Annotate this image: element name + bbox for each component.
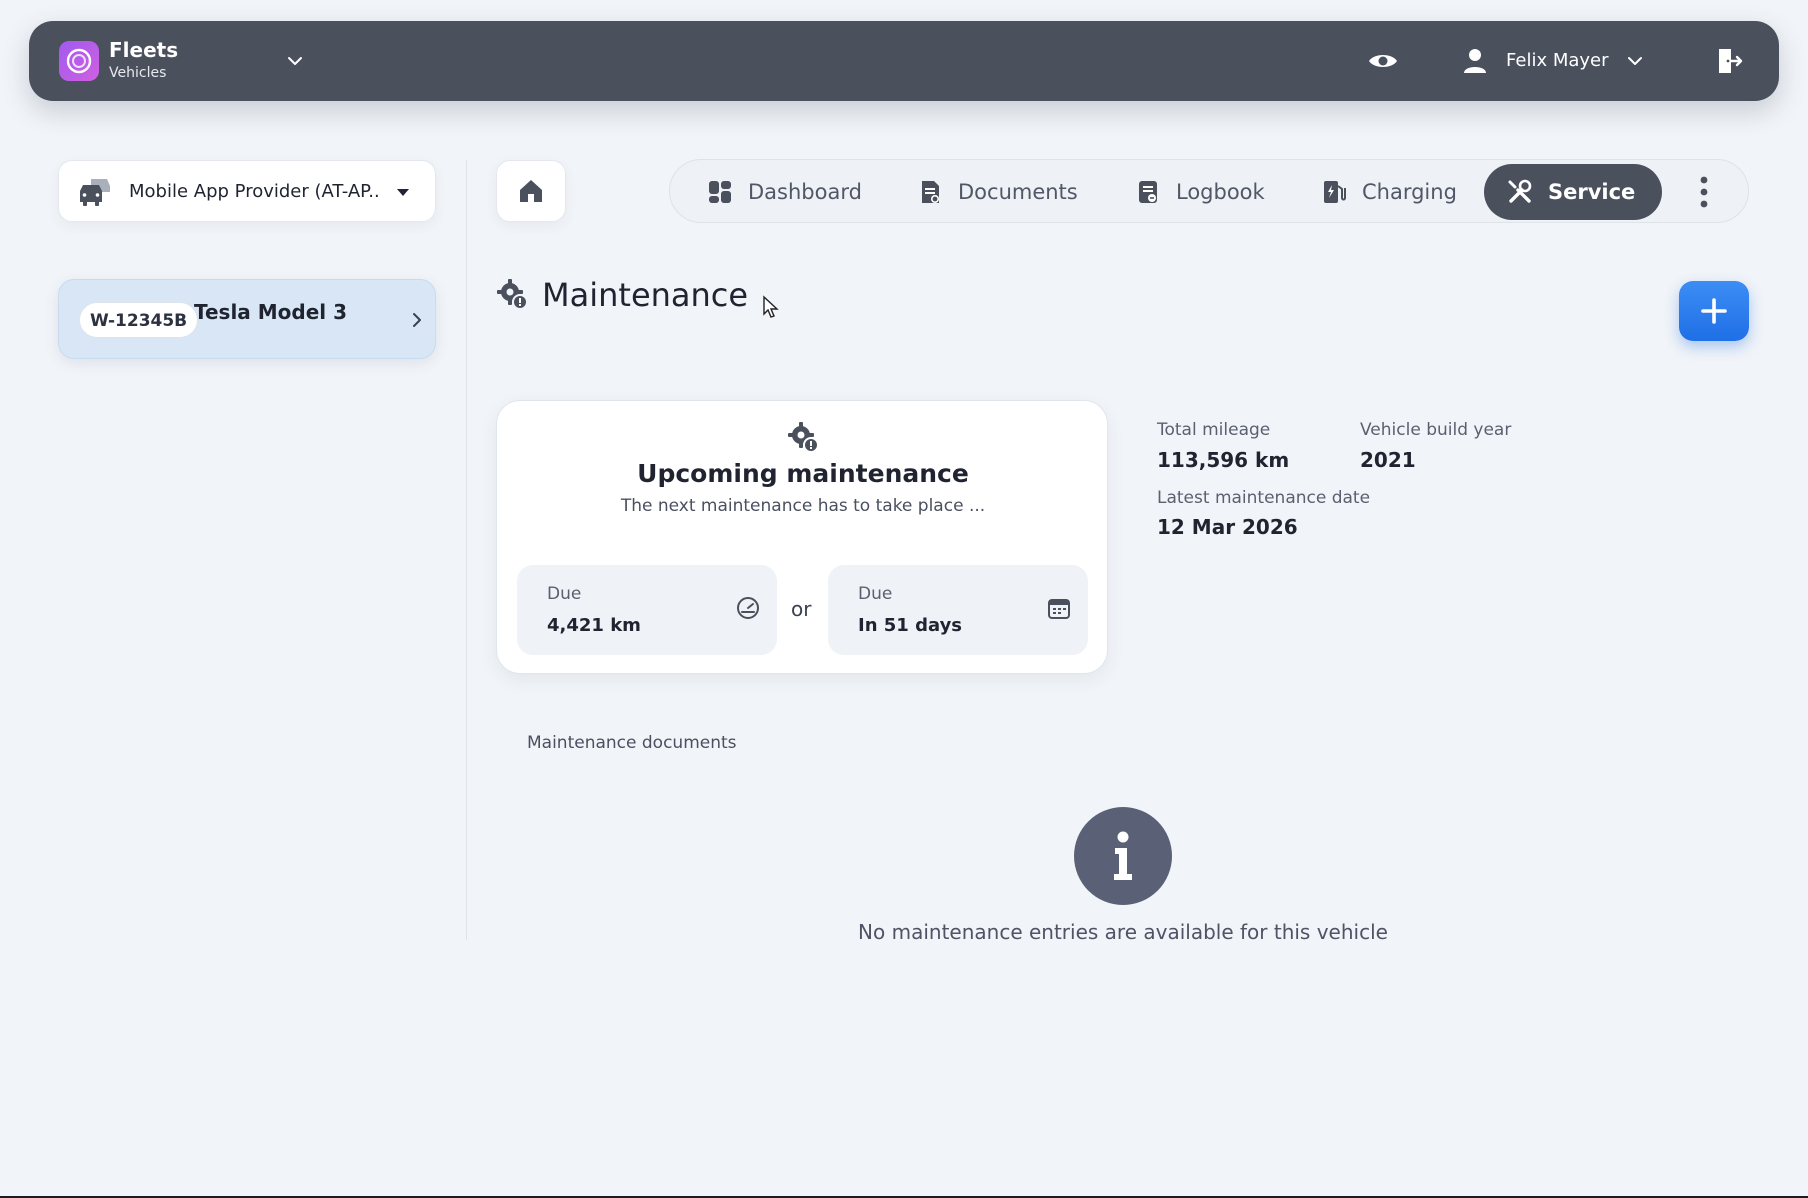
add-maintenance-button[interactable] <box>1679 281 1749 341</box>
caret-down-icon[interactable] <box>393 182 413 202</box>
upcoming-maintenance-title: Upcoming maintenance <box>637 459 969 488</box>
due-date-box: Due In 51 days <box>828 565 1088 655</box>
vehicle-list-item[interactable]: W-12345B Tesla Model 3 <box>58 279 436 359</box>
panel-divider <box>466 160 467 940</box>
due-label: Due <box>858 584 893 604</box>
tab-label: Documents <box>958 180 1078 204</box>
home-button[interactable] <box>496 160 566 222</box>
or-separator: or <box>791 597 812 621</box>
maintenance-gear-icon <box>787 421 821 455</box>
documents-icon <box>916 178 944 206</box>
tab-logbook[interactable]: Logbook <box>1112 164 1287 220</box>
logbook-icon <box>1134 178 1162 206</box>
logout-icon[interactable] <box>1709 43 1745 79</box>
app-title: Fleets <box>109 38 179 62</box>
mouse-cursor-icon <box>762 295 780 319</box>
vehicle-name: Tesla Model 3 <box>194 300 348 324</box>
due-days-value: In 51 days <box>858 615 963 636</box>
dashboard-icon <box>706 178 734 206</box>
provider-select[interactable]: Mobile App Provider (AT-AP... <box>58 160 436 222</box>
due-mileage-box: Due 4,421 km <box>517 565 777 655</box>
user-icon[interactable] <box>1459 45 1491 77</box>
home-icon <box>520 180 542 202</box>
page-title: Maintenance <box>542 276 749 314</box>
chevron-right-icon <box>405 308 429 332</box>
mileage-label: Total mileage <box>1157 420 1271 440</box>
more-options-kebab-icon[interactable] <box>1690 172 1718 212</box>
due-label: Due <box>547 584 582 604</box>
build-year-value: 2021 <box>1360 448 1416 472</box>
app-subtitle: Vehicles <box>109 65 167 81</box>
mileage-value: 113,596 km <box>1157 448 1290 472</box>
provider-label: Mobile App Provider (AT-AP... <box>129 181 379 202</box>
tab-documents[interactable]: Documents <box>894 164 1100 220</box>
main-tab-bar: Dashboard Documents Logbook Charging Ser… <box>669 159 1749 223</box>
tab-dashboard[interactable]: Dashboard <box>684 164 884 220</box>
empty-state-message: No maintenance entries are available for… <box>858 920 1388 944</box>
visibility-eye-icon[interactable] <box>1365 43 1401 79</box>
due-km-value: 4,421 km <box>547 615 641 636</box>
service-tools-icon <box>1506 178 1534 206</box>
tab-label: Logbook <box>1176 180 1265 204</box>
top-bar: Fleets Vehicles Felix Mayer <box>29 21 1779 101</box>
upcoming-maintenance-card: Upcoming maintenance The next maintenanc… <box>496 400 1108 674</box>
tab-label: Charging <box>1362 180 1457 204</box>
license-plate-badge: W-12345B <box>79 302 199 338</box>
tab-label: Service <box>1548 180 1636 204</box>
tab-service[interactable]: Service <box>1484 164 1662 220</box>
plus-icon <box>1701 298 1727 324</box>
tab-label: Dashboard <box>748 180 862 204</box>
tab-charging[interactable]: Charging <box>1298 164 1479 220</box>
latest-maintenance-value: 12 Mar 2026 <box>1157 515 1298 539</box>
fleet-cars-icon <box>77 175 113 209</box>
charging-icon <box>1320 178 1348 206</box>
maintenance-documents-heading: Maintenance documents <box>527 733 737 753</box>
upcoming-maintenance-subtitle: The next maintenance has to take place .… <box>620 496 986 516</box>
user-name[interactable]: Felix Mayer <box>1506 50 1609 71</box>
info-icon <box>1074 807 1172 905</box>
maintenance-gear-icon <box>496 278 530 312</box>
build-year-label: Vehicle build year <box>1360 420 1512 440</box>
user-menu-chevron-down-icon[interactable] <box>1621 47 1649 75</box>
calendar-icon <box>1046 595 1072 621</box>
app-switch-chevron-down-icon[interactable] <box>281 47 309 75</box>
speedometer-icon <box>735 595 761 621</box>
app-logo-icon <box>59 41 99 81</box>
latest-maintenance-label: Latest maintenance date <box>1157 488 1371 508</box>
